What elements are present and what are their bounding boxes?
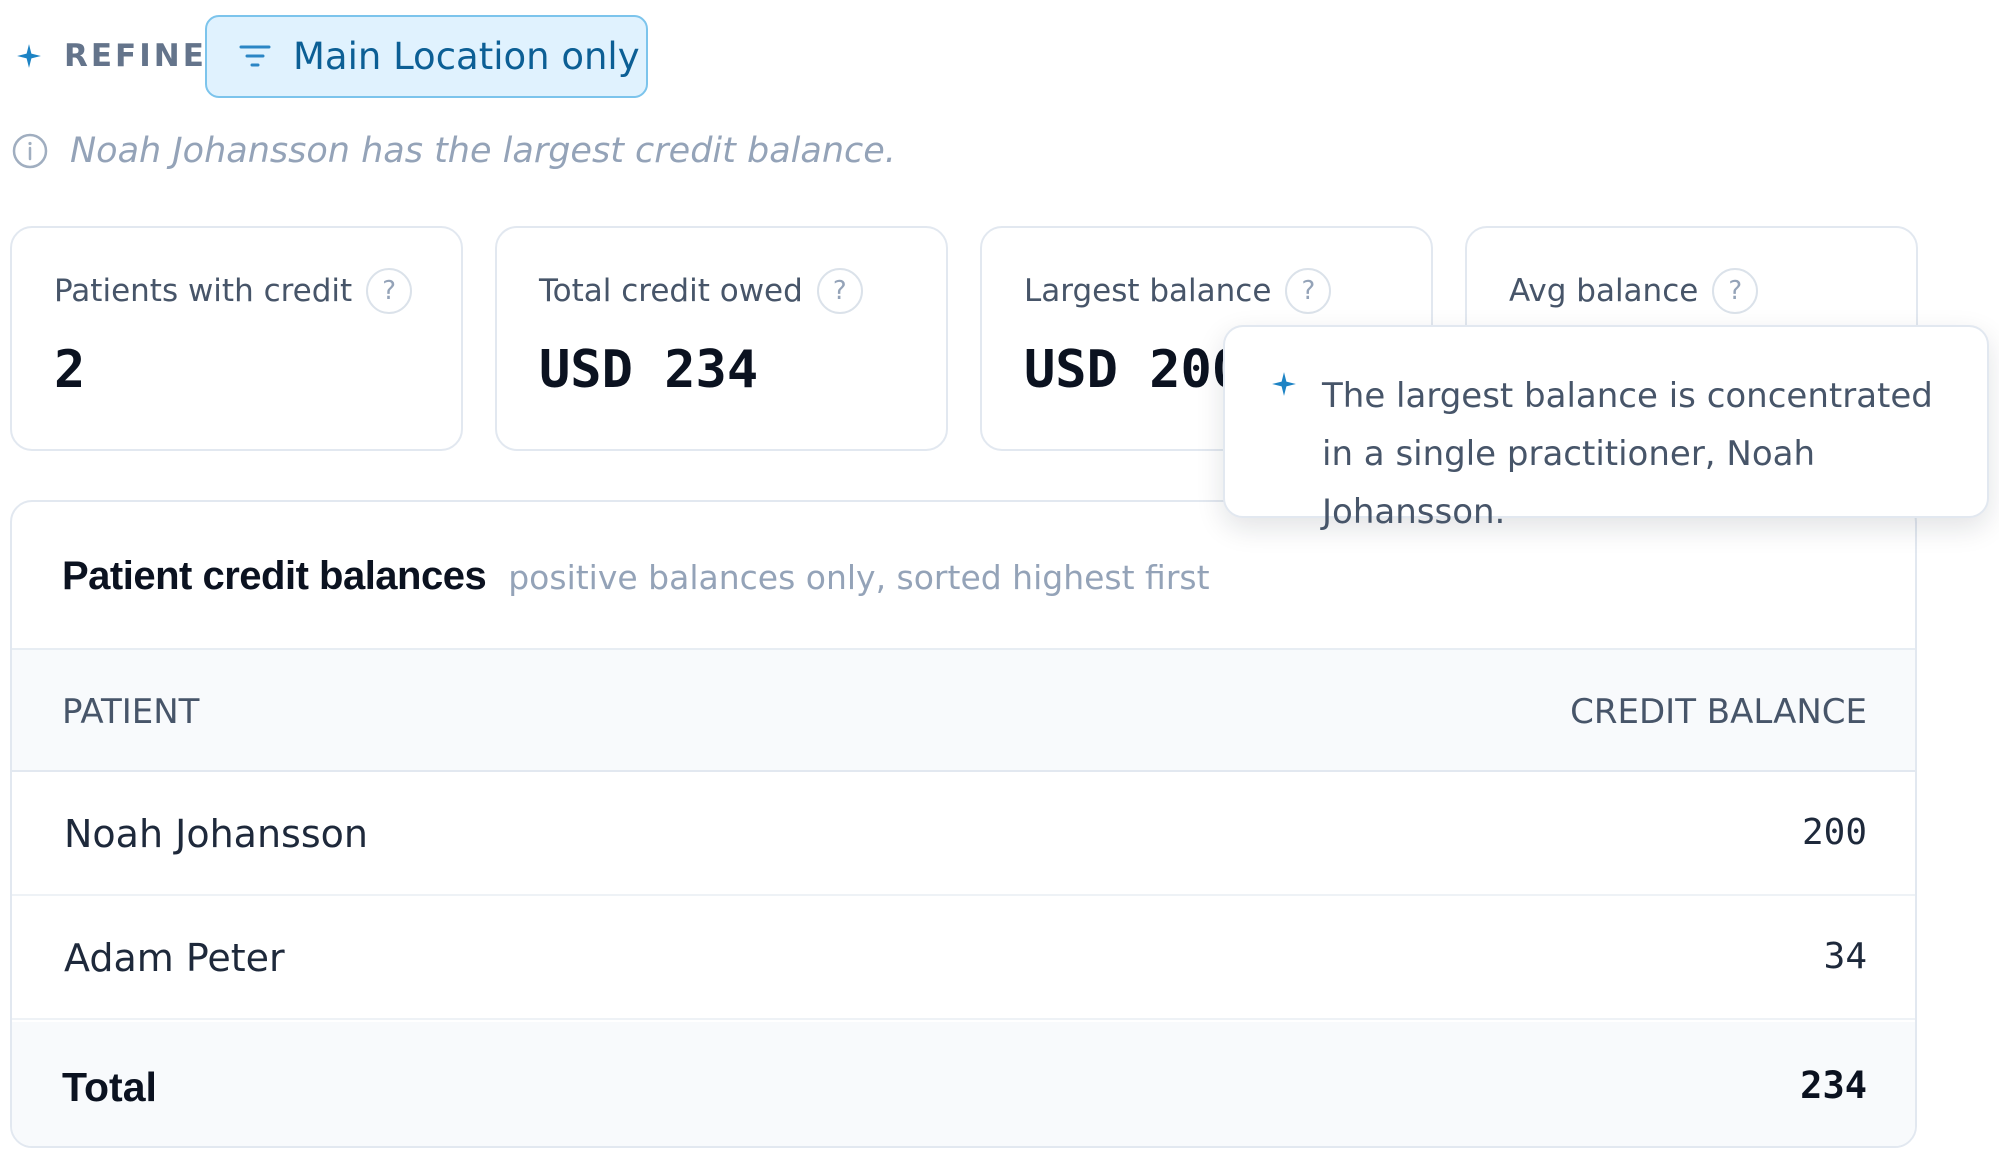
table-total-row: Total 234 <box>12 1022 1915 1146</box>
info-icon <box>12 133 48 169</box>
refine-bar: REFINE <box>16 14 207 98</box>
credit-balance-value: 200 <box>1801 812 1867 853</box>
column-header-patient[interactable]: PATIENT <box>62 692 199 732</box>
main-location-filter-chip[interactable]: Main Location only <box>205 15 648 98</box>
stat-label: Largest balance <box>1024 273 1272 309</box>
patient-name: Noah Johansson <box>64 812 368 856</box>
filter-chip-label: Main Location only <box>293 35 640 78</box>
help-icon[interactable]: ? <box>1712 268 1759 314</box>
stat-value: 2 <box>54 340 86 400</box>
help-icon[interactable]: ? <box>1285 268 1332 314</box>
patient-name: Adam Peter <box>64 936 285 980</box>
table-row[interactable]: Adam Peter 34 <box>12 896 1915 1020</box>
insight-note: Noah Johansson has the largest credit ba… <box>12 130 896 172</box>
stat-label: Avg balance <box>1509 273 1699 309</box>
largest-balance-tooltip: The largest balance is concentrated in a… <box>1223 325 1989 532</box>
table-column-headers: PATIENT CREDIT BALANCE <box>12 648 1915 772</box>
credit-balance-value: 34 <box>1823 936 1867 977</box>
column-header-credit-balance[interactable]: CREDIT BALANCE <box>1570 692 1867 732</box>
insight-text: Noah Johansson has the largest credit ba… <box>70 131 896 171</box>
stat-label: Patients with credit <box>54 273 353 309</box>
stat-card-patients-with-credit: Patients with credit ? 2 <box>10 226 463 451</box>
stat-card-total-credit-owed: Total credit owed ? USD 234 <box>495 226 948 451</box>
table-header: Patient credit balances positive balance… <box>62 554 1210 599</box>
stat-label: Total credit owed <box>539 273 803 309</box>
help-icon[interactable]: ? <box>366 268 413 314</box>
table-title: Patient credit balances <box>62 554 487 598</box>
total-value: 234 <box>1800 1064 1867 1107</box>
credit-balance-report: REFINE Main Location only Noah Johansson… <box>0 0 1999 1157</box>
sparkle-icon <box>1272 372 1296 396</box>
table-row[interactable]: Noah Johansson 200 <box>12 772 1915 896</box>
total-label: Total <box>62 1064 157 1110</box>
filter-icon <box>239 45 271 66</box>
help-icon[interactable]: ? <box>816 268 863 314</box>
stat-value: USD 234 <box>539 340 759 400</box>
stat-value: USD 200 <box>1024 340 1244 400</box>
table-subtitle: positive balances only, sorted highest f… <box>508 558 1210 597</box>
tooltip-text: The largest balance is concentrated in a… <box>1322 376 1933 532</box>
refine-label: REFINE <box>64 38 207 74</box>
credit-balances-table-panel: Patient credit balances positive balance… <box>10 500 1917 1148</box>
sparkle-icon <box>17 44 41 68</box>
